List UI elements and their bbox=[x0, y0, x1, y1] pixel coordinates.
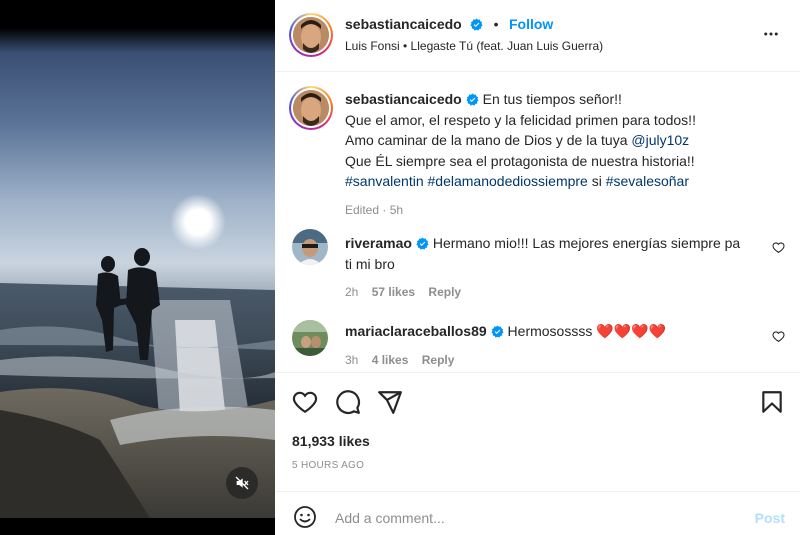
hashtag-link[interactable]: #sevalesoñar bbox=[606, 173, 689, 189]
post-timestamp[interactable]: 5 HOURS AGO bbox=[292, 460, 364, 471]
comment-username[interactable]: riveramao bbox=[345, 235, 412, 251]
audio-track[interactable]: Luis Fonsi • Llegaste Tú (feat. Juan Lui… bbox=[345, 39, 603, 53]
emoji-icon[interactable] bbox=[293, 505, 317, 529]
heart-icon[interactable] bbox=[772, 241, 785, 254]
follow-button[interactable]: Follow bbox=[509, 16, 553, 32]
comment-text: Hermano mio!!! Las mejores energías siem… bbox=[432, 235, 741, 251]
comment-time: 2h bbox=[345, 285, 359, 299]
caption-line-3: Amo caminar de la mano de Dios y de la t… bbox=[345, 132, 632, 148]
avatar-image bbox=[293, 90, 329, 126]
avatar-image bbox=[292, 229, 328, 265]
comment-likes[interactable]: 4 likes bbox=[372, 353, 409, 367]
reply-button[interactable]: Reply bbox=[422, 353, 455, 367]
like-count[interactable]: 81,933 likes bbox=[292, 433, 370, 449]
reply-button[interactable]: Reply bbox=[428, 285, 461, 299]
bookmark-icon[interactable] bbox=[759, 389, 785, 415]
mute-button[interactable] bbox=[226, 467, 258, 499]
caption-connector: si bbox=[587, 173, 606, 189]
mention-link[interactable]: @july10z bbox=[631, 132, 689, 148]
heart-icon[interactable] bbox=[772, 330, 785, 343]
caption-line-2: Que el amor, el respeto y la felicidad p… bbox=[345, 111, 696, 128]
caption-username[interactable]: sebastiancaicedo bbox=[345, 91, 462, 107]
comment-text-continued: ti mi bro bbox=[345, 255, 395, 272]
hashtag-link[interactable]: #delamanodediossiempre bbox=[428, 173, 588, 189]
hashtag-link[interactable]: #sanvalentin bbox=[345, 173, 424, 189]
heart-icon[interactable] bbox=[292, 389, 318, 415]
post-details-panel: sebastiancaicedo • Follow Luis Fonsi • L… bbox=[275, 0, 800, 535]
caption-avatar[interactable] bbox=[289, 86, 333, 130]
comment-time: 3h bbox=[345, 352, 359, 367]
commenter-avatar[interactable] bbox=[292, 229, 328, 265]
author-avatar[interactable] bbox=[289, 13, 333, 57]
share-icon[interactable] bbox=[377, 389, 403, 415]
caption-line-1: En tus tiempos señor!! bbox=[482, 91, 622, 107]
comment-composer: Add a comment... Post bbox=[275, 491, 800, 535]
comment-icon[interactable] bbox=[335, 389, 361, 415]
post-header: sebastiancaicedo • Follow Luis Fonsi • L… bbox=[275, 0, 800, 72]
more-icon[interactable] bbox=[762, 25, 780, 43]
caption-edited-time: Edited · 5h bbox=[345, 202, 404, 217]
post-button[interactable]: Post bbox=[755, 510, 785, 526]
verified-icon bbox=[416, 237, 429, 250]
caption-line-4: Que ÉL siempre sea el protagonista de nu… bbox=[345, 152, 695, 169]
comment-likes[interactable]: 57 likes bbox=[372, 285, 415, 299]
mute-icon bbox=[235, 476, 249, 490]
verified-icon bbox=[470, 18, 483, 31]
header-separator: • bbox=[493, 16, 499, 32]
verified-icon bbox=[491, 325, 504, 338]
beach-sunset-photo bbox=[0, 0, 275, 535]
action-bar: 81,933 likes 5 HOURS AGO bbox=[275, 372, 800, 492]
comment-text: Hermosossss ❤️❤️❤️❤️ bbox=[507, 323, 666, 339]
post-media[interactable] bbox=[0, 0, 275, 535]
avatar-image bbox=[293, 17, 329, 53]
comment-username[interactable]: mariaclaraceballos89 bbox=[345, 323, 487, 339]
avatar-image bbox=[292, 320, 328, 356]
verified-icon bbox=[466, 93, 479, 106]
commenter-avatar[interactable] bbox=[292, 320, 328, 356]
author-username[interactable]: sebastiancaicedo bbox=[345, 16, 462, 32]
comment-input[interactable]: Add a comment... bbox=[335, 510, 445, 526]
